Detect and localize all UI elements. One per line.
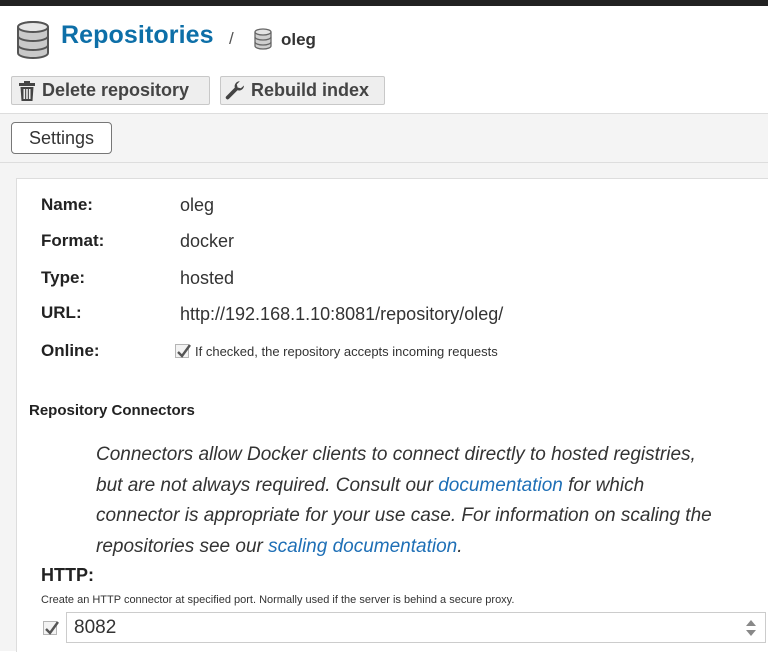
type-value: hosted <box>180 268 235 288</box>
http-connector-checkbox[interactable] <box>43 621 59 635</box>
name-value: oleg <box>180 195 215 215</box>
database-icon <box>254 28 272 50</box>
online-label: Online: <box>41 341 100 360</box>
delete-repository-button[interactable]: Delete repository <box>11 76 210 105</box>
checkmark-icon <box>45 621 59 635</box>
http-port-value: 8082 <box>74 616 117 638</box>
url-label: URL: <box>41 303 82 322</box>
url-value[interactable]: http://192.168.1.10:8081/repository/oleg… <box>180 304 503 325</box>
trash-icon <box>19 80 35 101</box>
online-help-text: If checked, the repository accepts incom… <box>195 344 498 359</box>
breadcrumb-separator: / <box>229 29 234 48</box>
http-help-text: Create an HTTP connector at specified po… <box>41 594 515 606</box>
online-checkbox[interactable] <box>175 344 191 358</box>
wrench-icon <box>225 80 245 99</box>
type-label: Type: <box>41 268 86 287</box>
connectors-desc-part3: . <box>457 535 463 557</box>
rebuild-index-label: Rebuild index <box>251 80 370 100</box>
breadcrumb-repo-name: oleg <box>281 30 316 49</box>
documentation-link[interactable]: documentation <box>438 475 563 496</box>
page-title[interactable]: Repositories <box>61 21 214 50</box>
page-header: Repositories / oleg <box>0 6 768 68</box>
checkmark-icon <box>177 344 191 358</box>
database-icon <box>17 21 49 59</box>
http-label: HTTP: <box>41 565 94 585</box>
format-value: docker <box>180 231 235 251</box>
repository-connectors-title: Repository Connectors <box>29 402 195 419</box>
delete-repository-label: Delete repository <box>42 80 190 100</box>
connectors-description: Connectors allow Docker clients to conne… <box>96 440 716 562</box>
tab-settings[interactable]: Settings <box>11 122 112 154</box>
scaling-documentation-link[interactable]: scaling documentation <box>268 536 457 557</box>
spinner-arrows-icon[interactable] <box>745 618 757 638</box>
tab-bar: Settings <box>0 114 768 163</box>
http-port-input[interactable]: 8082 <box>66 612 766 643</box>
name-label: Name: <box>41 195 93 214</box>
format-label: Format: <box>41 231 105 250</box>
rebuild-index-button[interactable]: Rebuild index <box>220 76 385 105</box>
